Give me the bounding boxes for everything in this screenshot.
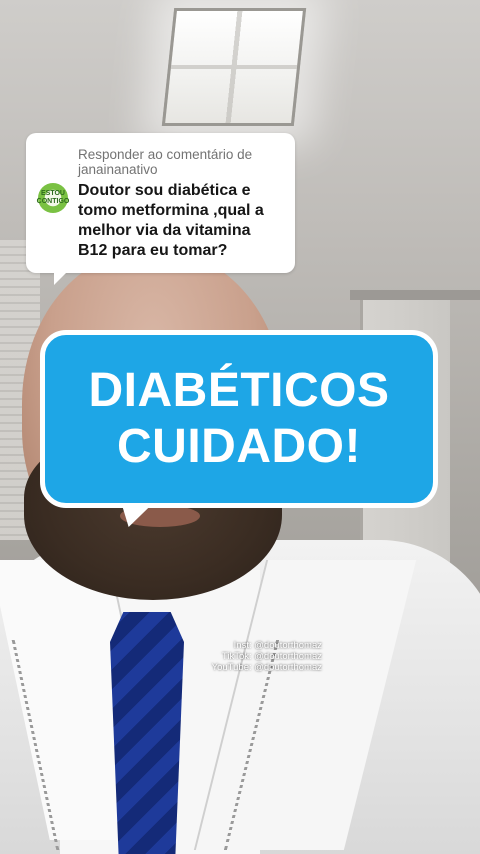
caption-banner: DIABÉTICOS CUIDADO!: [40, 330, 438, 508]
reply-header: Responder ao comentário de janainanativo: [78, 147, 253, 177]
ceiling-light: [161, 8, 307, 126]
wall-edge: [350, 290, 480, 300]
reply-comment-text: Doutor sou diabética e tomo metformina ,…: [78, 182, 264, 259]
watermark-youtube: YouTube: @doutorthomaz: [211, 662, 322, 673]
reply-comment-sticker[interactable]: Responder ao comentário de janainanativo…: [26, 133, 295, 285]
commenter-avatar[interactable]: ESTOU CONTIGO: [37, 183, 69, 213]
necktie: [110, 612, 184, 854]
watermark-instagram: Inst: @doutorthomaz: [233, 640, 322, 651]
watermark-tiktok: TikTok: @doutorthomaz: [221, 651, 322, 662]
reply-body: ESTOU CONTIGO Doutor sou diabética e tom…: [37, 181, 283, 261]
caption-line-2: CUIDADO!: [117, 420, 361, 473]
video-frame[interactable]: Responder ao comentário de janainanativo…: [0, 0, 480, 854]
social-watermark: Inst: @doutorthomaz TikTok: @doutorthoma…: [182, 640, 322, 673]
caption-line-1: DIABÉTICOS: [88, 364, 390, 417]
